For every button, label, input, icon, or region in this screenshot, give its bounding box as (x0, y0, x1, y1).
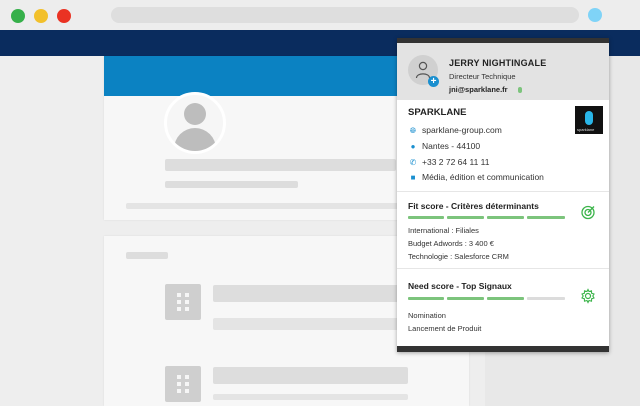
window-minimize-button[interactable] (34, 9, 48, 23)
target-icon[interactable] (580, 204, 596, 220)
placeholder-job-bar (213, 285, 408, 302)
industry-icon: ■ (410, 173, 416, 182)
window-close-button[interactable] (57, 9, 71, 23)
placeholder-company-bar (213, 318, 408, 330)
company-industry-row: ■ Média, édition et communication (408, 172, 544, 182)
section-divider (397, 268, 609, 269)
phone-icon: ✆ (409, 158, 417, 167)
need-score-detail: Lancement de Produit (408, 324, 482, 333)
need-score-segment (527, 297, 565, 300)
gear-icon[interactable] (580, 288, 596, 304)
globe-icon: 🌐︎ (409, 126, 417, 135)
company-website[interactable]: sparklane-group.com (422, 125, 502, 135)
fit-score-segment (487, 216, 524, 219)
contact-title: Directeur Technique (449, 72, 516, 81)
sparklane-popup: + JERRY NIGHTINGALE Directeur Technique … (397, 38, 609, 352)
contact-name: JERRY NIGHTINGALE (449, 58, 547, 68)
fit-score-title: Fit score - Critères déterminants (408, 201, 539, 211)
company-logo: sparklane (575, 106, 603, 134)
building-icon (165, 366, 201, 402)
fit-score-segment (447, 216, 484, 219)
placeholder-name-bar (165, 159, 396, 171)
plus-icon[interactable]: + (428, 76, 439, 87)
placeholder-subtitle-bar (165, 181, 298, 188)
need-score-segment (408, 297, 444, 300)
email-verified-indicator (518, 87, 522, 93)
popup-bottom-bar (397, 346, 609, 352)
window-maximize-button[interactable] (11, 9, 25, 23)
company-location: Nantes - 44100 (422, 141, 481, 151)
placeholder-company-bar (213, 394, 408, 400)
need-score-title: Need score - Top Signaux (408, 281, 512, 291)
profile-avatar (164, 92, 226, 154)
need-score-segment (447, 297, 484, 300)
location-pin-icon: ● (410, 142, 416, 151)
fit-score-segment (408, 216, 444, 219)
fit-score-segment (527, 216, 565, 219)
contact-email[interactable]: jni@sparklane.fr (449, 85, 508, 94)
fit-score-detail: International : Filiales (408, 226, 479, 235)
section-divider (397, 191, 609, 192)
company-industry: Média, édition et communication (422, 172, 544, 182)
sparklane-extension-icon[interactable] (588, 8, 602, 22)
placeholder-section-title (126, 252, 168, 259)
fit-score-detail: Technologie : Salesforce CRM (408, 252, 509, 261)
company-section: SPARKLANE sparklane 🌐︎ sparklane-group.co… (397, 100, 609, 192)
fit-score-detail: Budget Adwords : 3 400 € (408, 239, 494, 248)
company-name: SPARKLANE (408, 107, 467, 118)
placeholder-job-bar (213, 367, 408, 384)
company-phone-row[interactable]: ✆ +33 2 72 64 11 11 (408, 157, 490, 167)
need-score-segment (487, 297, 524, 300)
address-bar[interactable] (111, 7, 579, 23)
need-score-detail: Nomination (408, 311, 446, 320)
company-location-row: ● Nantes - 44100 (408, 141, 481, 151)
browser-toolbar (0, 0, 640, 30)
building-icon (165, 284, 201, 320)
company-phone[interactable]: +33 2 72 64 11 11 (422, 157, 490, 167)
company-website-row[interactable]: 🌐︎ sparklane-group.com (408, 125, 502, 136)
contact-section: + JERRY NIGHTINGALE Directeur Technique … (397, 43, 609, 100)
